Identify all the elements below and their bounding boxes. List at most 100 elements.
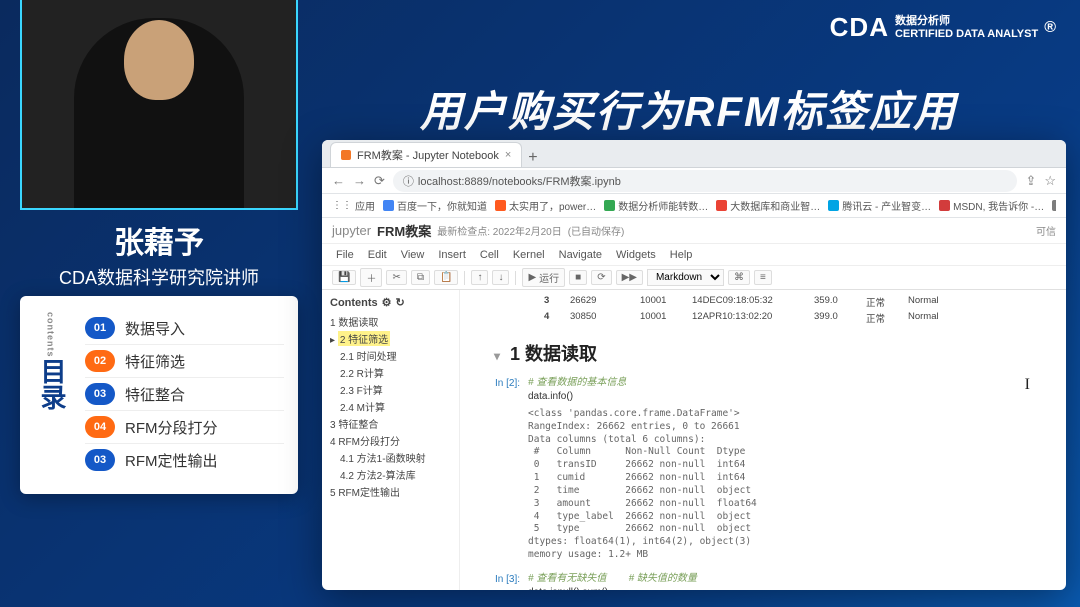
jtoc-item[interactable]: 2.3 F计算: [330, 381, 451, 398]
presenter-title: CDA数据科学研究院讲师: [20, 264, 298, 290]
move-up-button[interactable]: ↑: [471, 270, 488, 285]
toc-item: 03特征整合: [85, 378, 284, 411]
cell-type-select[interactable]: Markdown: [647, 269, 724, 286]
toc-label-en: contents: [46, 312, 56, 358]
jupyter-header: jupyter FRM教案 最新检查点: 2022年2月20日 (已自动保存) …: [322, 218, 1066, 244]
checkpoint-text: 最新检查点: 2022年2月20日: [437, 223, 562, 238]
bookmark-item[interactable]: 百度一下，你就知道: [383, 198, 487, 213]
jtoc-item[interactable]: 2.1 时间处理: [330, 347, 451, 364]
jupyter-logo[interactable]: jupyter: [332, 223, 371, 238]
jtoc-item[interactable]: ▸ 2 特征筛选: [330, 330, 451, 347]
site-info-icon[interactable]: ⓘ: [403, 173, 414, 189]
menu-insert[interactable]: Insert: [438, 249, 466, 261]
bookmark-item[interactable]: 太实用了，power…: [495, 198, 596, 213]
brand-cn: 数据分析师: [895, 15, 1038, 27]
slide-toc: contents 目录 01数据导入02特征筛选03特征整合04RFM分段打分0…: [20, 296, 298, 494]
fast-forward-button[interactable]: ▶▶: [616, 270, 643, 285]
toc-text: 特征整合: [125, 384, 185, 405]
toc-badge: 03: [85, 449, 115, 471]
toc-refresh-icon[interactable]: ↻: [396, 296, 405, 309]
restart-button[interactable]: ⟳: [591, 270, 611, 285]
cut-button[interactable]: ✂: [386, 270, 406, 285]
menu-help[interactable]: Help: [670, 249, 693, 261]
jtoc-item[interactable]: 4.1 方法1-函数映射: [330, 449, 451, 466]
table-row: 4308501000112APR10:13:02:20399.0正常Normal: [474, 310, 1052, 326]
menu-view[interactable]: View: [401, 249, 425, 261]
browser-tabbar: FRM教案 - Jupyter Notebook × +: [322, 140, 1066, 168]
autosave-text: (已自动保存): [568, 223, 625, 238]
notebook-title[interactable]: FRM教案: [377, 221, 431, 240]
reload-icon[interactable]: ⟳: [374, 173, 385, 189]
menu-navigate[interactable]: Navigate: [559, 249, 602, 261]
toc-text: 数据导入: [125, 318, 185, 339]
bookmark-item[interactable]: 腾讯云 - 产业智变…: [828, 198, 931, 213]
toc-settings-icon[interactable]: ⚙: [382, 296, 392, 309]
bookmark-item[interactable]: 大数据库和商业智…: [716, 198, 820, 213]
brand-reg: ®: [1044, 19, 1056, 37]
bookmark-item[interactable]: MSDN, 我告诉你 -…: [939, 198, 1044, 213]
jtoc-item[interactable]: 4.2 方法2-算法库: [330, 466, 451, 483]
brand-logo: CDA 数据分析师 CERTIFIED DATA ANALYST ®: [830, 12, 1056, 43]
bookmark-item[interactable]: 数据分析师能转数…: [604, 198, 708, 213]
jtoc-item[interactable]: 3 特征整合: [330, 415, 451, 432]
jtoc-item[interactable]: 5 RFM定性输出: [330, 483, 451, 500]
copy-button[interactable]: ⧉: [411, 270, 430, 285]
back-icon[interactable]: ←: [332, 173, 345, 188]
browser-tab[interactable]: FRM教案 - Jupyter Notebook ×: [330, 142, 522, 167]
prompt-in-3: In [3]:: [474, 572, 520, 590]
forward-icon[interactable]: →: [353, 173, 366, 188]
tab-title: FRM教案 - Jupyter Notebook: [357, 147, 499, 163]
add-cell-button[interactable]: ＋: [360, 268, 382, 287]
jtoc-item[interactable]: 2.2 R计算: [330, 364, 451, 381]
code-comment: # 查看数据的基本信息: [528, 376, 626, 390]
toc-badge: 01: [85, 317, 115, 339]
section-heading: ▾1 数据读取: [524, 340, 1052, 366]
new-tab-button[interactable]: +: [528, 149, 537, 167]
brand-name: CDA: [830, 12, 889, 43]
output-2: <class 'pandas.core.frame.DataFrame'> Ra…: [528, 408, 1052, 562]
toc-item: 04RFM分段打分: [85, 411, 284, 444]
menu-kernel[interactable]: Kernel: [513, 249, 545, 261]
close-icon[interactable]: ×: [505, 149, 511, 161]
toc-badge: 04: [85, 416, 115, 438]
menu-file[interactable]: File: [336, 249, 354, 261]
code-line: data.info(): [528, 390, 626, 404]
paste-button[interactable]: 📋: [434, 270, 458, 285]
run-button[interactable]: ▶ 运行: [522, 268, 565, 287]
jtoc-item[interactable]: 4 RFM分段打分: [330, 432, 451, 449]
share-icon[interactable]: ⇪: [1025, 173, 1036, 189]
favicon-icon: [383, 200, 394, 211]
favicon-icon: [1052, 200, 1056, 211]
menu-edit[interactable]: Edit: [368, 249, 387, 261]
stop-button[interactable]: ■: [569, 270, 587, 285]
prompt-in-2: In [2]:: [474, 376, 520, 404]
toc-item: 01 数据导入: [85, 312, 284, 345]
toc-heading: Contents ⚙ ↻: [330, 296, 451, 309]
toc-item: 02特征筛选: [85, 345, 284, 378]
jupyter-menubar: File Edit View Insert Cell Kernel Navigate Widg…: [322, 244, 1066, 266]
toc-label-cn: 目录: [34, 358, 71, 410]
command-palette-button[interactable]: ⌘: [728, 270, 750, 285]
apps-button[interactable]: ⋮⋮ 应用: [332, 198, 375, 213]
jtoc-item[interactable]: 1 数据读取: [330, 313, 451, 330]
address-bar[interactable]: ⓘ localhost:8889/notebooks/FRM教案.ipynb: [393, 170, 1018, 192]
favicon-icon: [495, 200, 506, 211]
presenter-card: 张藉予 CDA数据科学研究院讲师: [20, 218, 298, 290]
save-button[interactable]: 💾: [332, 270, 356, 285]
bookmarks-bar: ⋮⋮ 应用 百度一下，你就知道太实用了，power… 数据分析师能转数… 大数据库和…: [322, 194, 1066, 218]
jtoc-item[interactable]: 2.4 M计算: [330, 398, 451, 415]
code-cell-3[interactable]: In [3]: # 查看有无缺失值 # 缺失值的数量 data.isnull()…: [474, 572, 1052, 590]
move-down-button[interactable]: ↓: [492, 270, 509, 285]
favicon-icon: [716, 200, 727, 211]
trusted-badge[interactable]: 可信: [1036, 223, 1056, 238]
favicon-icon: [939, 200, 950, 211]
collapse-icon: ▾: [494, 349, 500, 363]
bookmark-icon[interactable]: ☆: [1044, 173, 1056, 189]
favicon-icon: [828, 200, 839, 211]
code-cell-2[interactable]: In [2]: # 查看数据的基本信息 data.info(): [474, 376, 1052, 404]
menu-cell[interactable]: Cell: [480, 249, 499, 261]
notebook-area[interactable]: 3266291000114DEC09:18:05:32359.0正常Normal…: [460, 290, 1066, 590]
toc-toggle-button[interactable]: ≡: [754, 270, 772, 285]
bookmark-item[interactable]: 软件吧163.com: [1052, 198, 1056, 213]
menu-widgets[interactable]: Widgets: [616, 249, 656, 261]
